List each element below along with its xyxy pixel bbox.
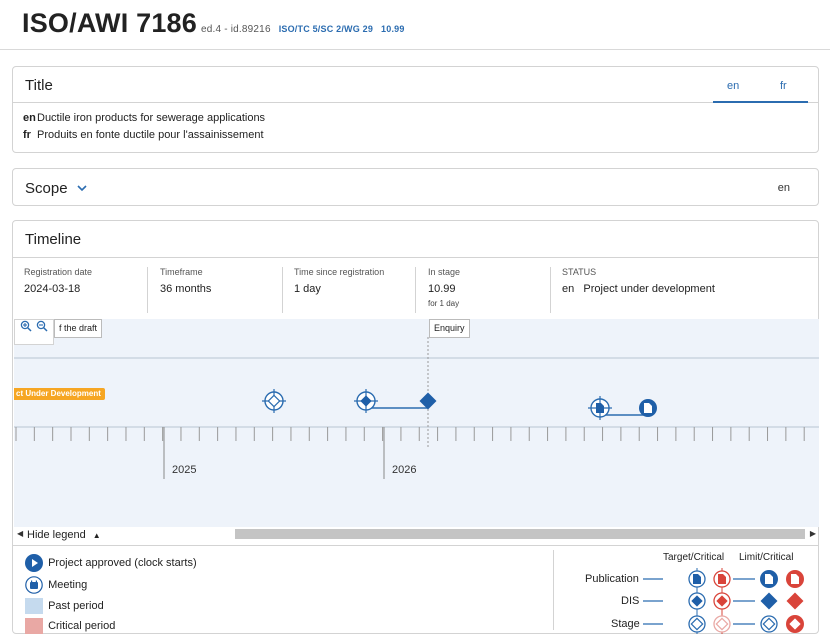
past-period-swatch [25,598,43,614]
status-cell: STATUS en Project under development [562,267,715,313]
legend-label: Past period [48,599,104,612]
legend-label: Project approved (clock starts) [48,556,197,569]
instage-label: In stage [428,267,461,277]
status-value: Project under development [583,283,715,295]
zoom-in-icon[interactable] [20,320,32,332]
document-id: ISO/AWI 7186 [22,8,197,38]
legend-item-past: Past period [25,598,104,614]
divider [282,267,283,313]
timeframe-cell: Timeframe 36 months [160,267,211,313]
instage-value: 10.99 [428,283,456,295]
title-heading: Title [25,77,53,94]
timeline-card: Timeline Registration date 2024-03-18 Ti… [12,220,819,634]
stage-target-marker[interactable] [262,389,286,413]
legend-item-approved: Project approved (clock starts) [25,554,197,572]
registration-cell: Registration date 2024-03-18 [24,267,92,313]
legend-label: Meeting [48,578,88,591]
hide-legend-label: Hide legend [27,529,86,541]
registration-value: 2024-03-18 [24,283,81,295]
scroll-right-icon[interactable]: ▶ [810,529,816,538]
scope-lang[interactable]: en [778,182,790,194]
legend-item-meeting: Meeting [25,576,87,594]
chevron-down-icon [77,185,87,192]
status-label: STATUS [562,267,597,277]
title-lang-code: fr [23,129,31,141]
divider [553,550,554,630]
title-row-fr: fr Produits en fonte ductile pour l'assai… [23,129,264,141]
critical-period-swatch [25,618,43,634]
zoom-out-icon[interactable] [36,320,48,332]
instage-sub: for 1 day [428,299,460,308]
scrollbar-thumb[interactable] [235,529,805,539]
publication-target-marker[interactable] [588,396,612,420]
title-text: Produits en fonte ductile pour l'assaini… [37,129,264,141]
since-cell: Time since registration 1 day [294,267,384,313]
zoom-controls [14,319,54,345]
dis-target-marker[interactable] [354,389,378,413]
year-label: 2026 [392,464,417,476]
timeline-graphic [14,337,819,479]
dis-limit-marker[interactable] [419,392,437,410]
year-label: 2025 [172,464,197,476]
title-card-header: Title en fr [13,67,818,103]
timeline-heading: Timeline [25,231,82,248]
legend-row-label: Publication [585,573,639,585]
stage-link[interactable]: 10.99 [381,24,405,34]
timeline-card-header: Timeline [13,221,818,257]
tab-en[interactable]: en [727,80,739,92]
publication-limit-marker[interactable] [639,399,657,417]
limit-critical-header: Limit/Critical [739,552,794,563]
horizontal-scrollbar[interactable]: ◀ ▶ [13,527,818,541]
title-text: Ductile iron products for sewerage appli… [37,112,266,124]
divider [550,267,551,313]
legend-label: Critical period [48,619,116,632]
committee-link[interactable]: ISO/TC 5/SC 2/WG 29 [279,24,373,34]
legend: Project approved (clock starts) Meeting … [13,545,818,634]
caret-up-icon: ▲ [92,531,101,540]
legend-row-label: DIS [621,595,640,607]
status-pill[interactable]: ct Under Development [14,388,105,400]
title-card: Title en fr enDuctile iron products for … [12,66,819,153]
axis-ticks [15,427,805,441]
timeline-chart[interactable]: f the draft Enquiry ct Under Development… [14,319,819,527]
since-value: 1 day [294,283,321,295]
scope-heading: Scope [25,180,68,197]
title-lang-code: en [23,112,36,124]
calendar-icon [25,576,43,594]
target-critical-header: Target/Critical [663,552,725,563]
divider [415,267,416,313]
legend-symbols [643,568,804,634]
instage-cell: In stage 10.99 for 1 day [428,267,460,313]
edition-label: ed.4 - id.89216 [200,24,271,35]
tab-fr[interactable]: fr [780,80,787,92]
scope-card[interactable]: Scope en [12,168,819,206]
play-icon [25,554,43,572]
title-row-en: enDuctile iron products for sewerage app… [23,112,265,124]
legend-row-label: Stage [611,618,640,630]
since-label: Time since registration [294,267,385,277]
enquiry-tag[interactable]: Enquiry [429,319,470,338]
hide-legend-toggle[interactable]: Hide legend ▲ [27,529,101,541]
timeframe-label: Timeframe [160,267,203,277]
divider [147,267,148,313]
draft-tag[interactable]: f the draft [54,319,103,338]
registration-label: Registration date [24,267,93,277]
legend-item-critical: Critical period [25,618,115,634]
page-header: ISO/AWI 7186 ed.4 - id.89216 ISO/TC 5/SC 2… [0,0,830,50]
timeline-info: Registration date 2024-03-18 Timeframe 3… [13,257,818,319]
status-lang: en [562,283,575,295]
status-value-row: en Project under development [562,283,715,295]
timeframe-value: 36 months [160,283,212,295]
document-title: ISO/AWI 7186 ed.4 - id.89216 ISO/TC 5/SC 2… [22,8,405,39]
language-tabs: en fr [713,67,808,103]
scope-toggle[interactable]: Scope [25,180,88,197]
scroll-left-icon[interactable]: ◀ [17,529,23,538]
